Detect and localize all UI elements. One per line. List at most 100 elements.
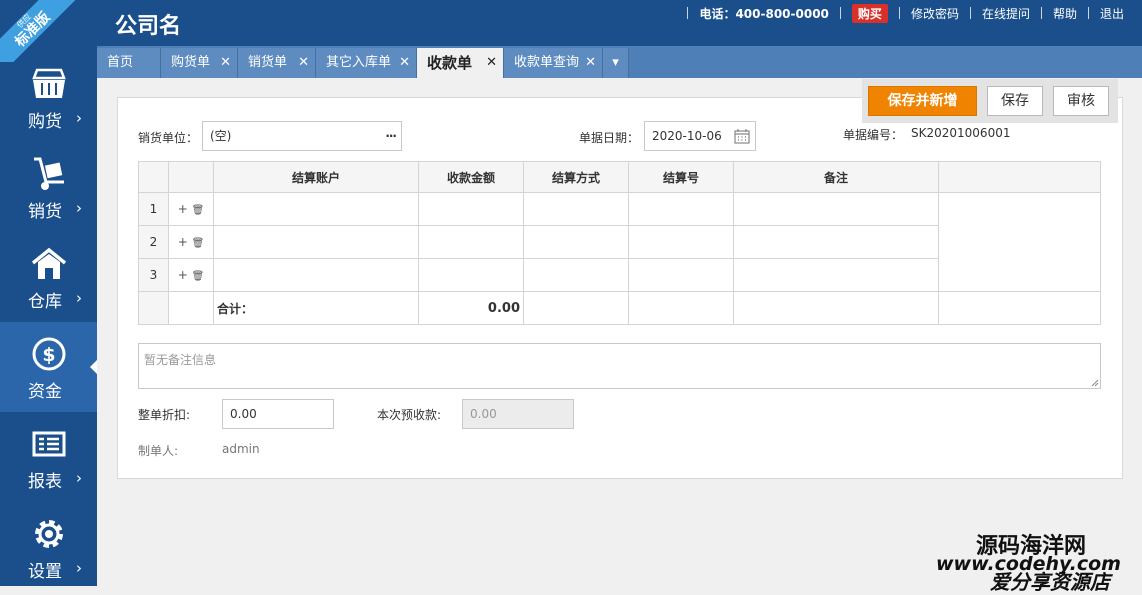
delete-row-icon[interactable]: 🗑 — [192, 238, 205, 249]
gear-icon — [35, 520, 63, 548]
sidebar-item-label: 资金 — [28, 382, 62, 402]
tab-bar: 首页 购货单 ✕ 销货单 ✕ 其它入库单 ✕ 收款单 ✕ 收款单查询 ✕ ▾ — [97, 46, 1142, 78]
date-label: 单据日期： — [579, 131, 640, 145]
maker-label: 制单人: — [138, 444, 179, 458]
summary-label: 合计： — [213, 291, 419, 325]
header-settlement-account: 结算账户 — [213, 161, 419, 193]
online-question-link[interactable]: 在线提问 — [982, 5, 1030, 22]
cell-amount[interactable] — [418, 192, 524, 226]
table-header-row: 结算账户 收款金额 结算方式 结算号 备注 — [138, 161, 1101, 193]
more-options-icon[interactable]: ··· — [385, 122, 397, 150]
add-row-icon[interactable]: + — [178, 268, 188, 282]
cell-amount[interactable] — [418, 225, 524, 259]
close-icon[interactable]: ✕ — [399, 48, 410, 78]
cell-method[interactable] — [523, 192, 629, 226]
cell-account[interactable] — [213, 192, 419, 226]
cell-remark[interactable] — [733, 225, 939, 259]
top-header: 公司名 电话：400-800-0000 购买 修改密码 在线提问 帮助 退出 — [97, 0, 1142, 46]
row-ops: + 🗑 — [168, 192, 214, 226]
link-separator — [1087, 7, 1089, 19]
discount-value: 0.00 — [230, 407, 257, 421]
header-remark: 备注 — [733, 161, 939, 193]
summary-ops-cell — [168, 291, 214, 325]
sidebar-item-reports[interactable]: 报表 › — [0, 412, 97, 502]
document-number-value: SK20201006001 — [911, 126, 1011, 140]
remark-placeholder: 暂无备注信息 — [144, 353, 217, 367]
dollar-coin-icon: $ — [32, 337, 66, 371]
summary-cell — [733, 291, 939, 325]
seller-value: (空) — [210, 129, 232, 143]
sidebar-item-settings[interactable]: 设置 › — [0, 502, 97, 592]
watermark-line-3: 爱分享资源店 — [990, 570, 1110, 594]
close-icon[interactable]: ✕ — [486, 48, 497, 78]
cell-account[interactable] — [213, 258, 419, 292]
seller-field[interactable]: (空) ··· — [202, 121, 402, 151]
chevron-right-icon: › — [76, 199, 82, 217]
change-password-link[interactable]: 修改密码 — [911, 5, 959, 22]
company-name: 公司名 — [115, 14, 182, 39]
chevron-down-icon: ▾ — [612, 55, 619, 70]
delete-row-icon[interactable]: 🗑 — [192, 205, 205, 216]
resize-handle-icon[interactable] — [1091, 379, 1099, 387]
close-icon[interactable]: ✕ — [585, 48, 596, 78]
add-row-icon[interactable]: + — [178, 235, 188, 249]
sidebar-item-sales[interactable]: 销货 › — [0, 142, 97, 232]
warehouse-icon — [31, 247, 67, 279]
summary-cell — [938, 291, 1101, 325]
tab-more-dropdown[interactable]: ▾ — [603, 48, 629, 78]
prepaid-label: 本次预收款: — [377, 408, 442, 422]
discount-input[interactable]: 0.00 — [222, 399, 334, 429]
cell-amount[interactable] — [418, 258, 524, 292]
tab-sales-order[interactable]: 销货单 ✕ — [238, 48, 316, 78]
tab-receipt-query[interactable]: 收款单查询 ✕ — [504, 48, 603, 78]
cell-remark[interactable] — [733, 258, 939, 292]
cell-number[interactable] — [628, 192, 734, 226]
tab-label: 收款单查询 — [514, 55, 580, 70]
save-button[interactable]: 保存 — [987, 86, 1043, 116]
cell-method[interactable] — [523, 225, 629, 259]
link-separator — [839, 7, 841, 19]
summary-cell — [523, 291, 629, 325]
tab-label: 购货单 — [171, 55, 211, 70]
tab-receipt[interactable]: 收款单 ✕ — [417, 48, 504, 78]
calendar-icon[interactable] — [734, 128, 750, 144]
table-row: 1 + 🗑 — [138, 192, 1101, 292]
save-and-new-button[interactable]: 保存并新增 — [868, 86, 977, 116]
remark-textarea[interactable]: 暂无备注信息 — [138, 343, 1101, 389]
sidebar-item-warehouse[interactable]: 仓库 › — [0, 232, 97, 322]
tab-other-inbound[interactable]: 其它入库单 ✕ — [316, 48, 417, 78]
row-ops: + 🗑 — [168, 258, 214, 292]
tab-home[interactable]: 首页 — [97, 48, 161, 78]
header-settlement-number: 结算号 — [628, 161, 734, 193]
header-cell-index — [138, 161, 169, 193]
document-number-label: 单据编号： — [843, 128, 904, 142]
chevron-right-icon: › — [76, 289, 82, 307]
table-summary-row: 合计： 0.00 — [138, 291, 1101, 325]
buy-button[interactable]: 购买 — [851, 3, 888, 23]
cell-remark[interactable] — [733, 192, 939, 226]
close-icon[interactable]: ✕ — [298, 48, 309, 78]
logout-link[interactable]: 退出 — [1100, 5, 1124, 22]
cell-method[interactable] — [523, 258, 629, 292]
discount-label: 整单折扣: — [138, 408, 191, 422]
prepaid-input: 0.00 — [462, 399, 574, 429]
help-link[interactable]: 帮助 — [1053, 5, 1077, 22]
cell-number[interactable] — [628, 225, 734, 259]
close-icon[interactable]: ✕ — [220, 48, 231, 78]
sidebar-item-funds[interactable]: $ 资金 — [0, 322, 97, 412]
header-cell-ops — [168, 161, 214, 193]
add-row-icon[interactable]: + — [178, 202, 188, 216]
cell-account[interactable] — [213, 225, 419, 259]
delete-row-icon[interactable]: 🗑 — [192, 271, 205, 282]
row-number: 2 — [138, 225, 169, 259]
tab-purchase-order[interactable]: 购货单 ✕ — [161, 48, 238, 78]
sidebar-item-purchase[interactable]: 购货 › — [0, 52, 97, 142]
header-cell-extra — [938, 161, 1101, 193]
row-ops: + 🗑 — [168, 225, 214, 259]
sidebar: 供应 标准版 购货 › 销货 › 仓库 › $ 资金 报表 › 设置 › — [0, 0, 97, 586]
audit-button[interactable]: 审核 — [1053, 86, 1109, 116]
chevron-right-icon: › — [76, 559, 82, 577]
date-field[interactable]: 2020-10-06 — [644, 121, 756, 151]
cell-number[interactable] — [628, 258, 734, 292]
link-separator — [969, 7, 971, 19]
